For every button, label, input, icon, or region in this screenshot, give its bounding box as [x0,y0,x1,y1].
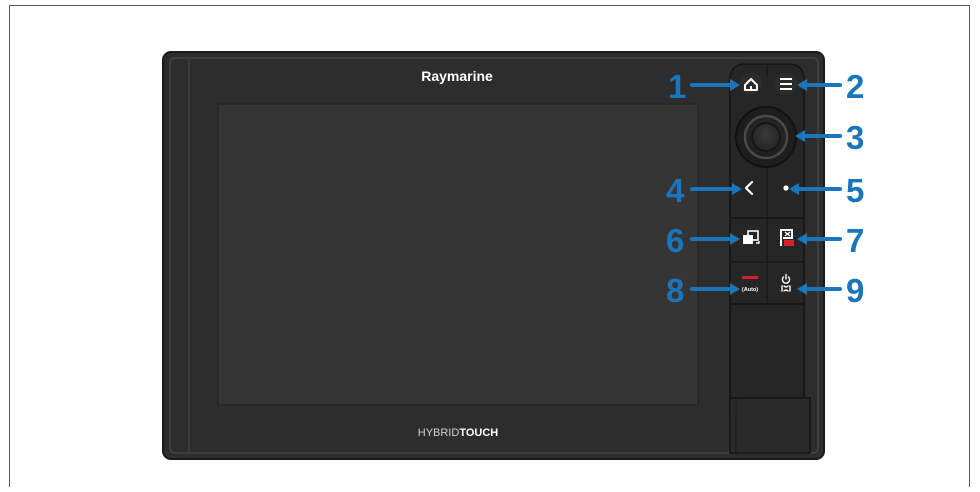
callout-5: 5 [846,172,864,209]
dot-icon [783,185,789,191]
callout-2: 2 [846,68,864,105]
hybridtouch-logo: HYBRIDTOUCH [418,427,499,439]
svg-text:(Auto): (Auto) [742,287,758,293]
callout-4: 4 [666,172,685,209]
brand-logo: Raymarine [421,68,493,84]
callout-7: 7 [846,222,864,259]
callout-3: 3 [846,119,864,156]
uniController-joystick[interactable] [735,106,797,168]
home-button[interactable] [740,73,762,95]
callout-6: 6 [666,222,684,259]
callout-8: 8 [666,272,684,309]
display-screen[interactable] [217,103,699,406]
callout-1: 1 [668,68,686,105]
device-diagram: Raymarine HYBRIDTOUCH (Auto) 1 2 3 4 5 6… [162,51,864,460]
callout-9: 9 [846,272,864,309]
ok-button[interactable] [783,185,789,191]
menu-button[interactable] [775,73,797,95]
